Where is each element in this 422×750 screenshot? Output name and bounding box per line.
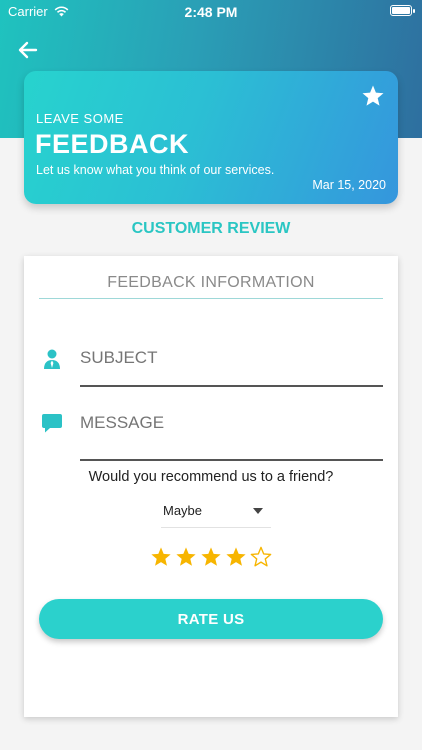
arrow-left-icon	[18, 41, 38, 59]
page-title: FEEDBACK	[35, 129, 190, 159]
star-filled-icon[interactable]	[175, 546, 197, 568]
back-button[interactable]	[16, 38, 44, 62]
banner-subtitle: Let us know what you think of our servic…	[36, 163, 275, 177]
section-title: CUSTOMER REVIEW	[131, 220, 291, 237]
message-input[interactable]	[80, 412, 383, 434]
banner-eyebrow: LEAVE SOME	[36, 111, 124, 126]
person-icon	[44, 349, 60, 369]
message-underline	[80, 459, 383, 461]
star-outline-icon[interactable]	[250, 546, 272, 568]
star-rating[interactable]	[24, 546, 398, 568]
star-filled-icon[interactable]	[150, 546, 172, 568]
subject-input[interactable]	[80, 347, 383, 369]
form-heading: FEEDBACK INFORMATION	[107, 274, 315, 291]
star-filled-icon[interactable]	[225, 546, 247, 568]
banner-date: Mar 15, 2020	[312, 178, 386, 192]
chat-bubble-icon	[42, 414, 62, 433]
battery-level-fill	[392, 7, 410, 14]
subject-field-row	[39, 341, 383, 387]
recommend-question: Would you recommend us to a friend?	[88, 469, 334, 485]
message-field-row	[39, 406, 383, 462]
battery-icon	[390, 5, 415, 16]
recommend-dropdown[interactable]: Maybe	[161, 501, 271, 528]
status-bar: Carrier 2:48 PM	[0, 0, 422, 24]
star-icon	[362, 85, 384, 106]
favorite-button[interactable]	[361, 84, 385, 108]
caret-down-icon	[253, 508, 263, 514]
recommend-selected-value: Maybe	[163, 503, 203, 518]
status-time: 2:48 PM	[184, 4, 238, 20]
feedback-banner-card: LEAVE SOME FEEDBACK Let us know what you…	[24, 71, 398, 204]
rate-us-button[interactable]: RATE US	[39, 599, 383, 639]
star-filled-icon[interactable]	[200, 546, 222, 568]
subject-underline	[80, 385, 383, 387]
form-heading-divider	[39, 298, 383, 299]
feedback-form-card: FEEDBACK INFORMATION Would you recommend…	[24, 256, 398, 717]
